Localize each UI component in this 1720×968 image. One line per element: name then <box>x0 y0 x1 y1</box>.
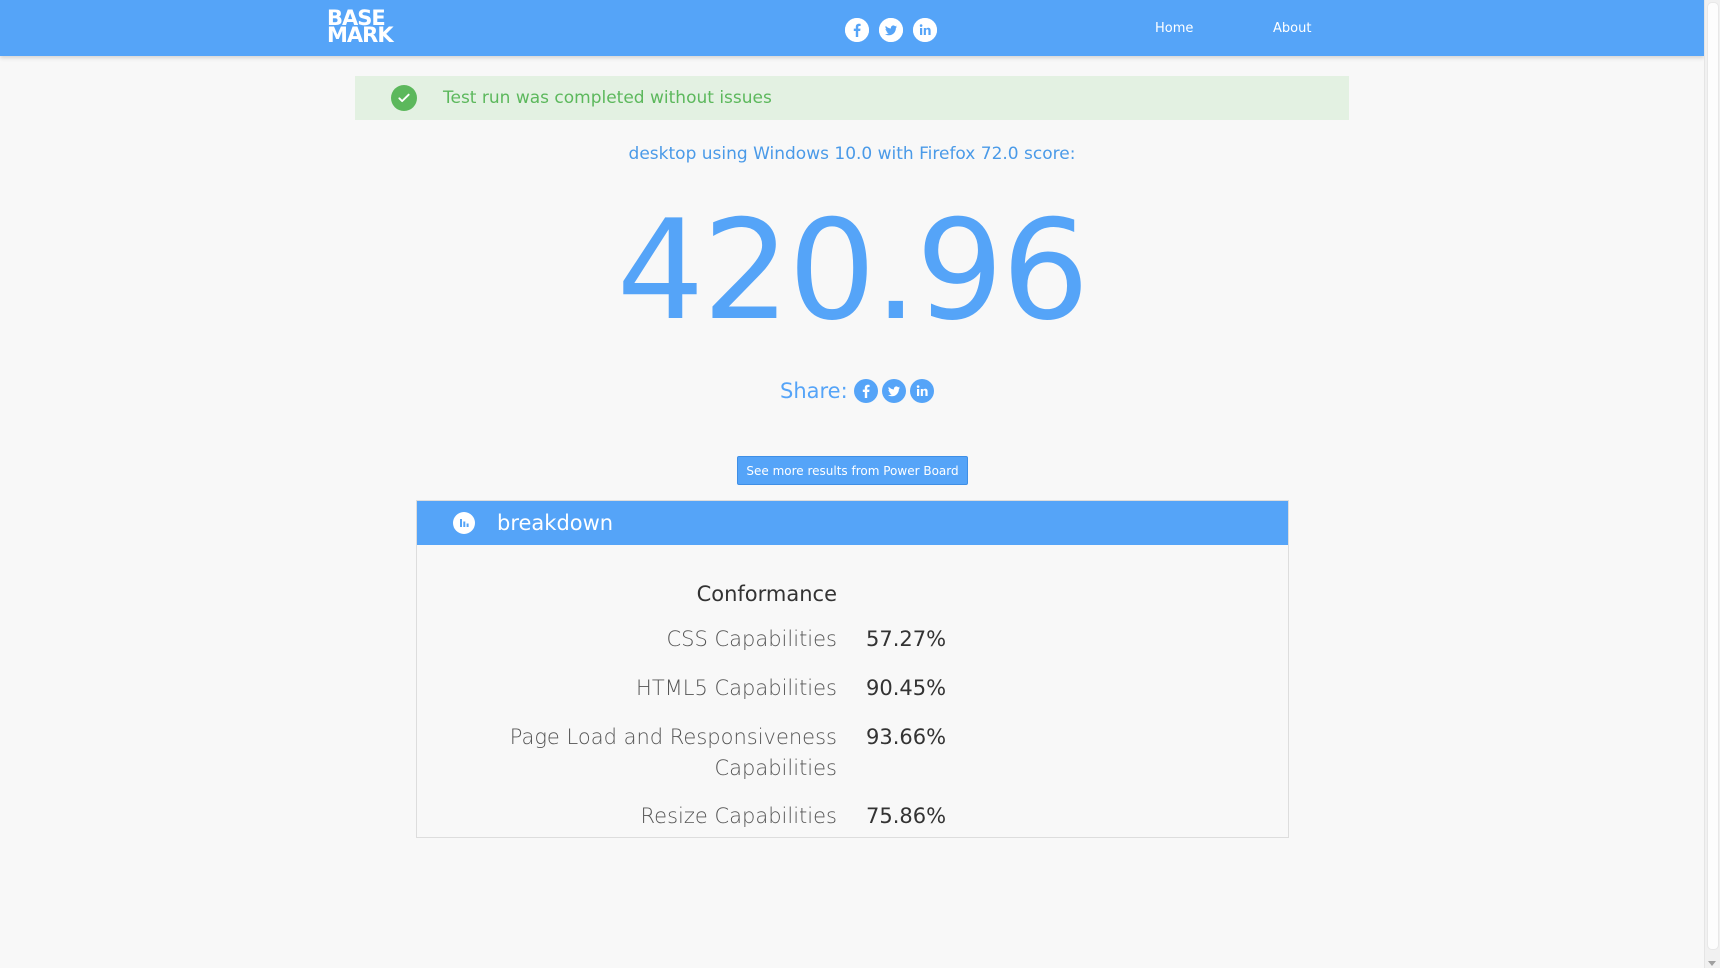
nav-social-links <box>845 18 937 42</box>
row-label-html5: HTML5 Capabilities <box>636 676 837 700</box>
power-board-button[interactable]: See more results from Power Board <box>737 456 968 485</box>
score-value: 420.96 <box>616 190 1090 351</box>
twitter-icon[interactable] <box>881 379 906 403</box>
linkedin-icon[interactable] <box>909 379 934 403</box>
vertical-scrollbar[interactable] <box>1704 0 1720 968</box>
share-label: Share: <box>780 379 848 403</box>
breakdown-panel: breakdown Conformance CSS Capabilities 5… <box>416 500 1289 838</box>
score-caption: desktop using Windows 10.0 with Firefox … <box>628 144 1076 164</box>
row-value-resize: 75.86% <box>866 804 947 828</box>
linkedin-icon[interactable] <box>913 18 937 42</box>
nav-link-home[interactable]: Home <box>1155 21 1193 36</box>
breakdown-title: breakdown <box>497 511 614 535</box>
facebook-icon[interactable] <box>845 18 869 42</box>
row-value-css: 57.27% <box>866 627 947 651</box>
share-row: Share: <box>780 379 934 403</box>
section-title-conformance: Conformance <box>696 582 837 606</box>
alert-message: Test run was completed without issues <box>443 88 772 108</box>
bar-chart-icon <box>453 512 475 534</box>
scrollbar-thumb[interactable] <box>1707 2 1719 950</box>
breakdown-header[interactable]: breakdown <box>417 501 1288 545</box>
facebook-icon[interactable] <box>853 379 878 403</box>
row-label-css: CSS Capabilities <box>666 627 838 651</box>
top-navbar: BASE MARK Home About <box>0 0 1704 56</box>
logo-line-2: MARK <box>327 23 394 47</box>
row-value-page-load: 93.66% <box>866 725 947 749</box>
success-alert: Test run was completed without issues <box>355 76 1349 120</box>
row-value-html5: 90.45% <box>866 676 947 700</box>
check-circle-icon <box>391 85 417 111</box>
row-label-page-load: Page Load and Responsiveness Capabilitie… <box>509 725 837 780</box>
twitter-icon[interactable] <box>879 18 903 42</box>
row-label-resize: Resize Capabilities <box>640 804 837 828</box>
scroll-down-arrow-icon[interactable] <box>1708 961 1716 966</box>
basemark-logo[interactable]: BASE MARK <box>327 8 394 47</box>
nav-link-about[interactable]: About <box>1273 21 1311 36</box>
